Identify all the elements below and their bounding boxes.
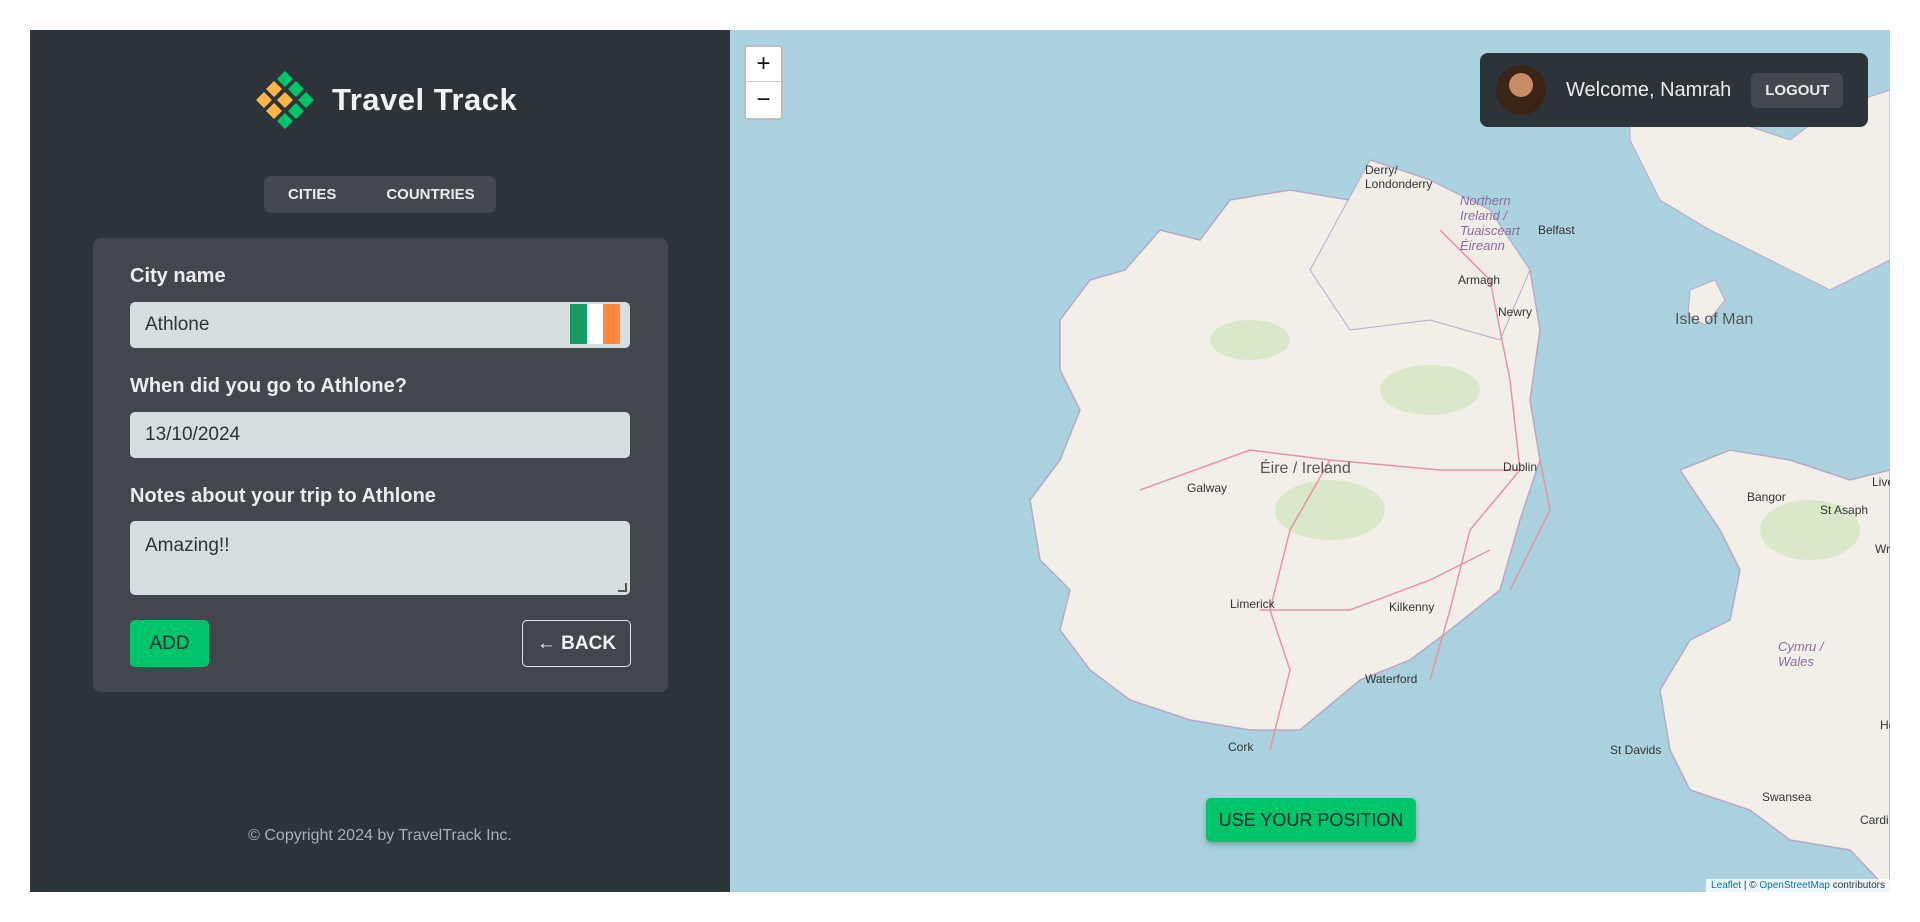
map-label-wre: Wre [1875,542,1890,556]
app-layout: Travel Track CITIES COUNTRIES City name … [30,30,1890,892]
notes-label: Notes about your trip to Athlone [130,485,436,507]
zoom-in-button[interactable]: + [746,47,781,82]
map-label-cork: Cork [1228,740,1254,754]
attribution-tail: contributors [1829,880,1885,891]
map-label-cardi: Cardi [1860,813,1889,827]
logout-button[interactable]: LOGOUT [1751,72,1844,108]
date-value: 13/10/2024 [145,424,241,445]
zoom-control: + − [744,45,783,120]
logo: Travel Track [252,67,517,133]
map-label-live: Live [1872,475,1890,489]
map-label-ireland: Éire / Ireland [1260,460,1351,477]
map-label-kilkenny: Kilkenny [1389,600,1435,614]
tab-countries[interactable]: COUNTRIES [386,186,474,203]
nav-tabs: CITIES COUNTRIES [264,176,496,213]
map-label-limerick: Limerick [1230,597,1275,611]
sidebar: Travel Track CITIES COUNTRIES City name … [30,30,730,892]
back-button[interactable]: ← BACK [522,620,631,667]
logo-icon [256,71,314,129]
welcome-text: Welcome, Namrah [1566,78,1732,101]
map-label-bangor: Bangor [1747,490,1786,504]
notes-value: Amazing!! [145,535,230,556]
map-label-derry: Derry/ Londonderry [1365,163,1433,191]
attribution-separator: | © [1741,880,1760,891]
city-name-input[interactable]: Athlone [130,302,630,348]
map-label-st-asaph: St Asaph [1820,503,1869,517]
map-label-wales: Cymru / Wales [1778,639,1824,669]
leaflet-link[interactable]: Leaflet [1711,880,1741,891]
map-label-newry: Newry [1498,305,1533,319]
add-city-form: City name Athlone When did you go to Ath… [93,238,668,692]
use-position-button[interactable]: USE YOUR POSITION [1206,798,1416,842]
ireland-flag-icon [570,304,621,344]
map-label-galway: Galway [1187,481,1228,495]
date-label: When did you go to Athlone? [130,375,407,397]
city-name-value: Athlone [145,314,210,335]
city-name-label: City name [130,265,226,287]
resize-handle-icon[interactable] [618,583,627,592]
map-label-belfast: Belfast [1538,223,1575,237]
map-attribution: Leaflet | © OpenStreetMap contributors [1706,879,1890,892]
map-label-he: He [1880,718,1890,732]
map-label-swansea: Swansea [1762,790,1812,804]
map-label-dublin: Dublin [1503,460,1538,474]
notes-textarea[interactable]: Amazing!! [130,521,630,595]
osm-link[interactable]: OpenStreetMap [1759,880,1830,891]
map-label-st-davids: St Davids [1610,743,1662,757]
tab-cities[interactable]: CITIES [288,186,336,203]
brand-name: Travel Track [332,82,518,117]
map[interactable]: Derry/ Londonderry Northern Ireland / Tu… [730,30,1890,892]
copyright: © Copyright 2024 by TravelTrack Inc. [248,827,512,844]
map-label-waterford: Waterford [1365,672,1418,686]
map-label-northern-ireland: Northern Ireland / Tuaisceart Éireann [1460,193,1520,253]
zoom-out-button[interactable]: − [746,82,781,117]
avatar [1496,65,1546,115]
map-label-isle-of-man: Isle of Man [1675,311,1754,328]
add-button[interactable]: ADD [130,620,209,667]
date-input[interactable]: 13/10/2024 [130,412,630,458]
map-label-armagh: Armagh [1458,273,1501,287]
user-panel: Welcome, Namrah LOGOUT [1480,53,1868,127]
